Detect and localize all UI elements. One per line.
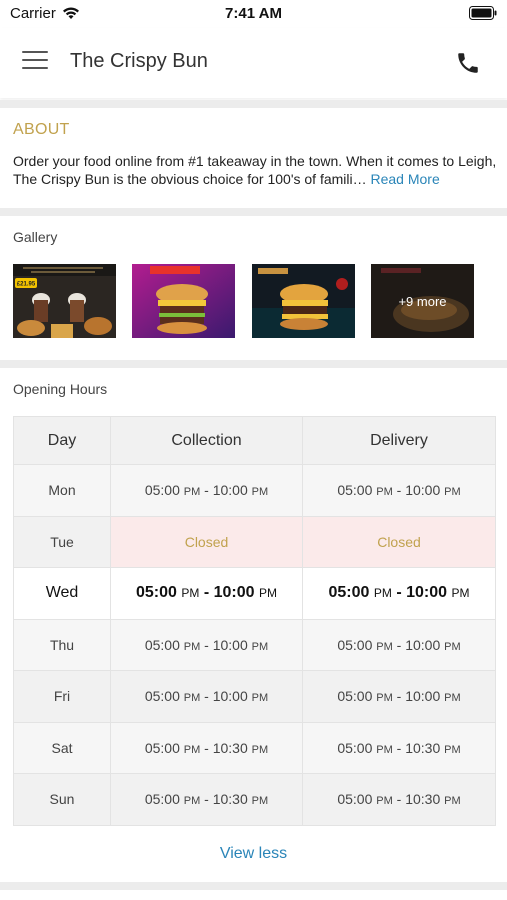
battery-icon [469,6,497,20]
gallery-more-tile[interactable]: +9 more [371,264,474,338]
collection-hours-cell: 05:00 PM - 10:00 PM [110,618,303,671]
table-row-sat: Sat 05:00 PM - 10:30 PM 05:00 PM - 10:30… [13,721,496,774]
day-cell: Mon [13,464,111,517]
collection-hours-cell: 05:00 PM - 10:00 PM [110,464,303,517]
delivery-hours-cell: 05:00 PM - 10:00 PM [302,618,496,671]
collection-hours-cell: 05:00 PM - 10:00 PM [110,567,303,620]
collection-hours-cell: 05:00 PM - 10:00 PM [110,670,303,723]
table-row-thu: Thu 05:00 PM - 10:00 PM 05:00 PM - 10:00… [13,618,496,671]
table-row-tue: Tue Closed Closed [13,515,496,568]
column-header-collection: Collection [110,416,303,465]
view-less-link[interactable]: View less [0,845,507,863]
gallery-image-3[interactable] [252,264,355,338]
gallery-heading: Gallery [13,229,58,245]
day-cell: Thu [13,618,111,671]
status-time: 7:41 AM [225,5,282,22]
section-divider [0,208,507,216]
day-cell: Wed [13,567,111,620]
opening-hours-table: Day Collection Delivery Mon 05:00 PM - 1… [13,416,496,826]
price-tag: £21.95 [17,282,36,288]
table-row-mon: Mon 05:00 PM - 10:00 PM 05:00 PM - 10:00… [13,464,496,517]
delivery-hours-cell: 05:00 PM - 10:30 PM [302,773,496,826]
table-row-wed: Wed 05:00 PM - 10:00 PM 05:00 PM - 10:00… [13,567,496,620]
about-text: Order your food online from #1 takeaway … [13,152,497,188]
opening-hours-heading: Opening Hours [13,381,108,397]
day-cell: Sun [13,773,111,826]
read-more-link[interactable]: Read More [371,171,440,187]
delivery-closed-cell: Closed [302,515,496,568]
section-divider [0,100,507,108]
collection-hours-cell: 05:00 PM - 10:30 PM [110,773,303,826]
page-title: The Crispy Bun [70,50,208,72]
hamburger-menu-icon[interactable] [22,51,48,73]
delivery-hours-cell: 05:00 PM - 10:30 PM [302,721,496,774]
column-header-day: Day [13,416,111,465]
collection-closed-cell: Closed [110,515,303,568]
gallery-image-1[interactable]: £21.95 [13,264,116,338]
more-images-label: +9 more [398,293,447,309]
delivery-hours-cell: 05:00 PM - 10:00 PM [302,464,496,517]
section-divider [0,360,507,368]
about-heading: ABOUT [13,121,70,138]
gallery-image-2[interactable] [132,264,235,338]
table-header-row: Day Collection Delivery [13,416,496,465]
delivery-hours-cell: 05:00 PM - 10:00 PM [302,670,496,723]
app-header: The Crispy Bun [0,28,507,98]
section-divider [0,882,507,890]
phone-icon[interactable] [455,50,481,76]
column-header-delivery: Delivery [302,416,496,465]
day-cell: Fri [13,670,111,723]
day-cell: Tue [13,515,111,568]
collection-hours-cell: 05:00 PM - 10:30 PM [110,721,303,774]
day-cell: Sat [13,721,111,774]
status-bar: Carrier 7:41 AM [0,0,507,28]
table-row-fri: Fri 05:00 PM - 10:00 PM 05:00 PM - 10:00… [13,670,496,723]
table-row-sun: Sun 05:00 PM - 10:30 PM 05:00 PM - 10:30… [13,773,496,826]
delivery-hours-cell: 05:00 PM - 10:00 PM [302,567,496,620]
